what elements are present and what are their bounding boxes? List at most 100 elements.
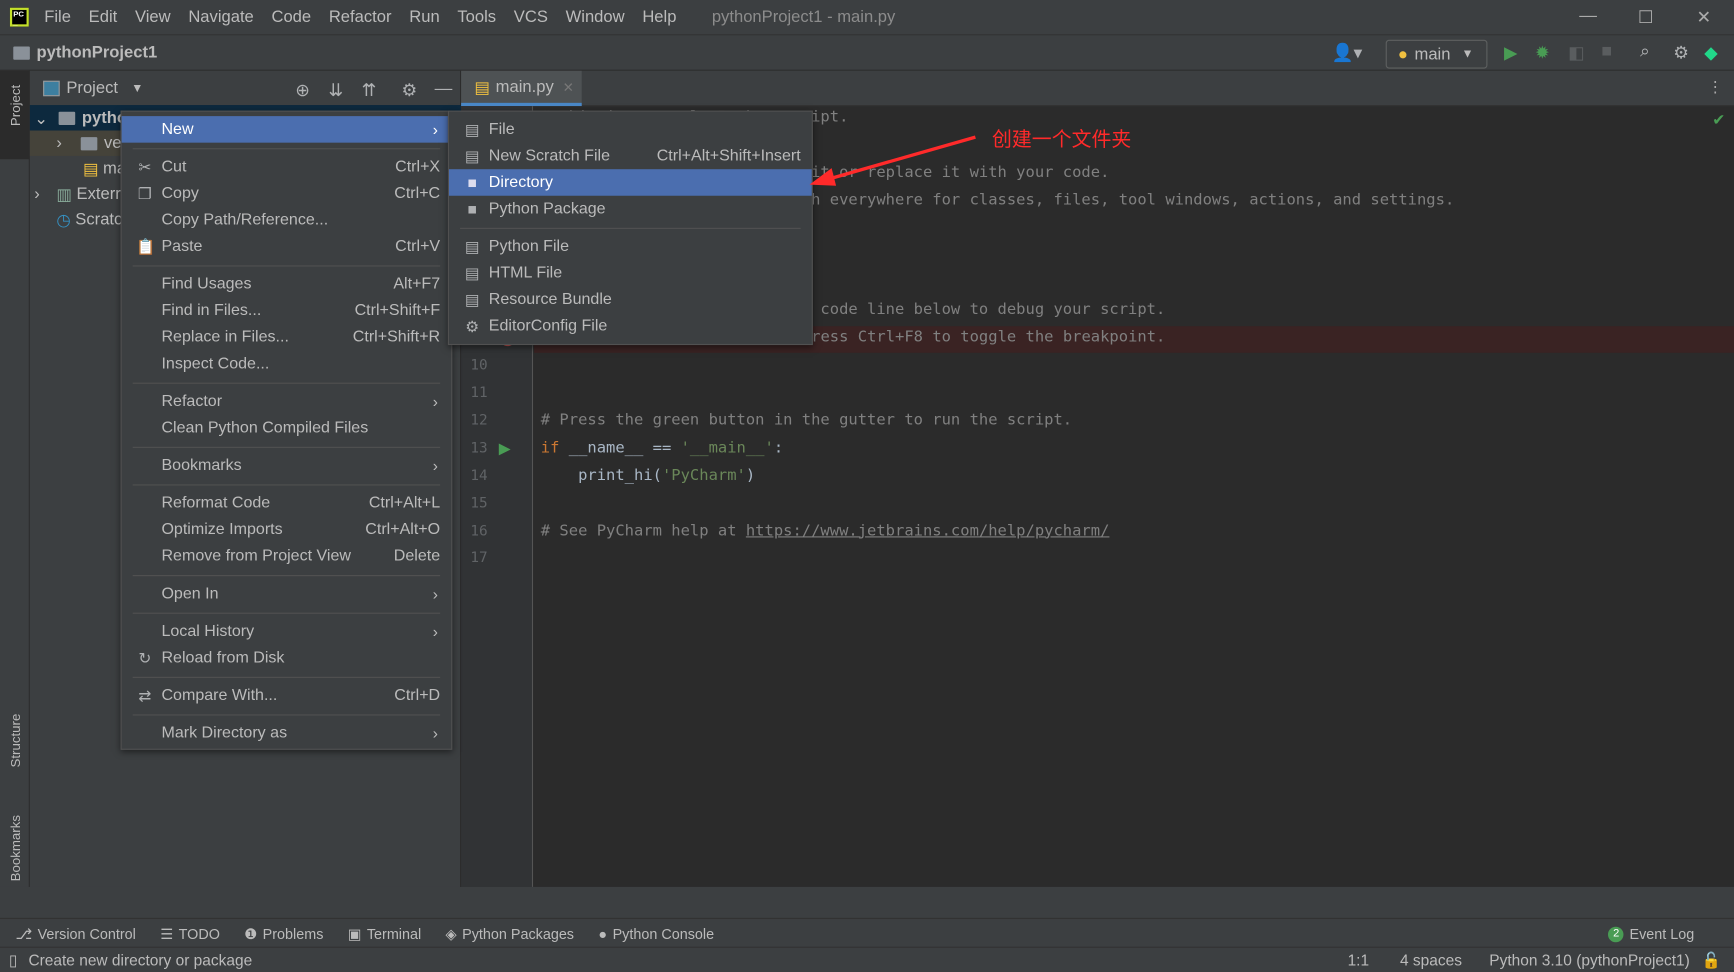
menu-item-compare-with[interactable]: ⇄ Compare With... Ctrl+D [122,682,452,709]
menu-help[interactable]: Help [642,8,676,27]
gear-icon[interactable]: ⚙ [401,80,417,102]
close-window-button[interactable]: ✕ [1696,7,1711,29]
menu-separator [122,479,452,490]
menu-window[interactable]: Window [566,8,625,27]
menu-item-resource-bundle[interactable]: ▤ Resource Bundle [449,286,812,313]
terminal-icon: ▣ [347,925,362,942]
indent-setting[interactable]: 4 spaces [1400,951,1462,969]
menu-item-copy[interactable]: ❐ Copy Ctrl+C [122,180,452,207]
menu-item-remove-from-project-view[interactable]: Remove from Project View Delete [122,543,452,570]
breadcrumb-project[interactable]: pythonProject1 [36,43,157,62]
menu-item-clean-python-compiled-files[interactable]: Clean Python Compiled Files [122,415,452,442]
menu-file[interactable]: File [44,8,71,27]
user-icon[interactable]: 👤▾ [1332,42,1363,64]
line-number: 16 [470,522,488,540]
tool-python-console[interactable]: ● Python Console [598,926,714,943]
menu-item-python-package[interactable]: ■ Python Package [449,196,812,223]
menu-navigate[interactable]: Navigate [188,8,253,27]
locate-icon[interactable]: ⊕ [295,80,310,102]
menu-item-file[interactable]: ▤ File [449,116,812,143]
menu-item-label: Clean Python Compiled Files [161,419,369,437]
menu-refactor[interactable]: Refactor [329,8,392,27]
menu-item-local-history[interactable]: Local History › [122,618,452,645]
lock-icon[interactable]: 🔓 [1701,951,1720,970]
chevron-right-icon: › [432,392,438,411]
code-line: print_hi('PyCharm') [540,466,756,485]
menu-run[interactable]: Run [409,8,439,27]
hide-icon[interactable]: — [435,80,453,100]
bookmarks-tool-button[interactable]: Bookmarks [8,815,23,881]
todo-icon: ☰ [160,925,174,942]
tool-todo[interactable]: ☰ TODO [160,925,220,943]
tab-main-py[interactable]: ▤ main.py ✕ [461,70,582,107]
scratch-icon: ◷ [56,210,71,230]
minimize-button[interactable]: — [1579,7,1597,27]
menu-edit[interactable]: Edit [89,8,118,27]
tool-problems[interactable]: ❶ Problems [244,925,323,943]
menu-item-label: HTML File [488,264,563,283]
run-gutter-icon[interactable]: ▶ [499,439,511,458]
event-log-button[interactable]: 2 Event Log [1608,926,1694,942]
project-icon [43,80,60,96]
close-tab-icon[interactable]: ✕ [563,79,574,94]
more-icon[interactable]: ⋮ [1708,77,1723,96]
line-number: 14 [470,467,488,485]
menu-tools[interactable]: Tools [457,8,496,27]
maximize-button[interactable]: ☐ [1638,7,1654,29]
menu-item-mark-directory-as[interactable]: Mark Directory as › [122,720,452,747]
menu-separator [449,222,812,233]
menu-item-python-file[interactable]: ▤ Python File [449,233,812,260]
gear-icon[interactable]: ⚙ [1673,42,1689,64]
menu-item-replace-in-files[interactable]: Replace in Files... Ctrl+Shift+R [122,324,452,351]
menu-item-label: Optimize Imports [161,520,283,539]
debug-icon[interactable]: ✹ [1535,42,1550,64]
code-line: # See PyCharm help at https://www.jetbra… [540,521,1110,540]
toolbox-icon[interactable]: ◆ [1704,42,1718,64]
menu-code[interactable]: Code [271,8,311,27]
status-message: Create new directory or package [28,951,253,969]
menu-item-find-usages[interactable]: Find Usages Alt+F7 [122,271,452,298]
clipboard-icon: 📋 [136,237,156,255]
coverage-icon[interactable]: ◧ [1568,42,1585,64]
run-icon[interactable]: ▶ [1504,42,1518,64]
collapse-all-icon[interactable]: ⇈ [362,80,377,102]
menu-item-reload-from-disk[interactable]: ↻ Reload from Disk [122,645,452,672]
menu-item-refactor[interactable]: Refactor › [122,388,452,415]
menu-item-html-file[interactable]: ▤ HTML File [449,260,812,287]
menu-item-cut[interactable]: ✂ Cut Ctrl+X [122,154,452,181]
tool-terminal[interactable]: ▣ Terminal [348,925,421,943]
menu-item-find-in-files[interactable]: Find in Files... Ctrl+Shift+F [122,297,452,324]
stop-icon[interactable]: ■ [1601,42,1612,62]
chevron-right-icon: › [432,724,438,743]
version-control-icon: ⎇ [15,925,33,942]
menu-item-reformat-code[interactable]: Reformat Code Ctrl+Alt+L [122,490,452,517]
expand-all-icon[interactable]: ⇊ [328,80,343,102]
menu-vcs[interactable]: VCS [514,8,548,27]
project-tool-button[interactable]: Project [8,85,23,126]
menu-item-copy-path-reference[interactable]: Copy Path/Reference... [122,207,452,234]
project-view-select[interactable]: Project [66,79,118,98]
menu-item-open-in[interactable]: Open In › [122,581,452,608]
caret-position[interactable]: 1:1 [1348,951,1370,969]
resource-bundle-icon: ▤ [464,290,480,308]
tool-version-control[interactable]: ⎇ Version Control [15,925,135,943]
structure-tool-button[interactable]: Structure [8,714,23,768]
menu-item-optimize-imports[interactable]: Optimize Imports Ctrl+Alt+O [122,516,452,543]
menu-item-label: Remove from Project View [161,547,351,566]
tool-python-packages[interactable]: ◈ Python Packages [446,925,574,943]
menu-view[interactable]: View [135,8,171,27]
search-icon[interactable]: ⌕ [1640,42,1650,62]
python-file-icon: ▤ [464,237,480,255]
menu-item-bookmarks[interactable]: Bookmarks › [122,452,452,479]
menu-item-new-scratch-file[interactable]: ▤ New Scratch File Ctrl+Alt+Shift+Insert [449,143,812,170]
menu-item-new[interactable]: New › [121,116,452,143]
interpreter-setting[interactable]: Python 3.10 (pythonProject1) [1489,951,1690,969]
menu-item-editorconfig-file[interactable]: ⚙ EditorConfig File [449,313,812,340]
menu-item-label: Resource Bundle [488,290,612,309]
menu-item-inspect-code[interactable]: Inspect Code... [122,351,452,378]
shortcut-label: Ctrl+Shift+R [352,328,441,347]
menu-item-directory[interactable]: ■ Directory [448,169,812,196]
menu-item-paste[interactable]: 📋 Paste Ctrl+V [122,233,452,260]
shortcut-label: Ctrl+Alt+O [365,520,441,539]
run-config-select[interactable]: ● main ▼ [1385,39,1488,69]
